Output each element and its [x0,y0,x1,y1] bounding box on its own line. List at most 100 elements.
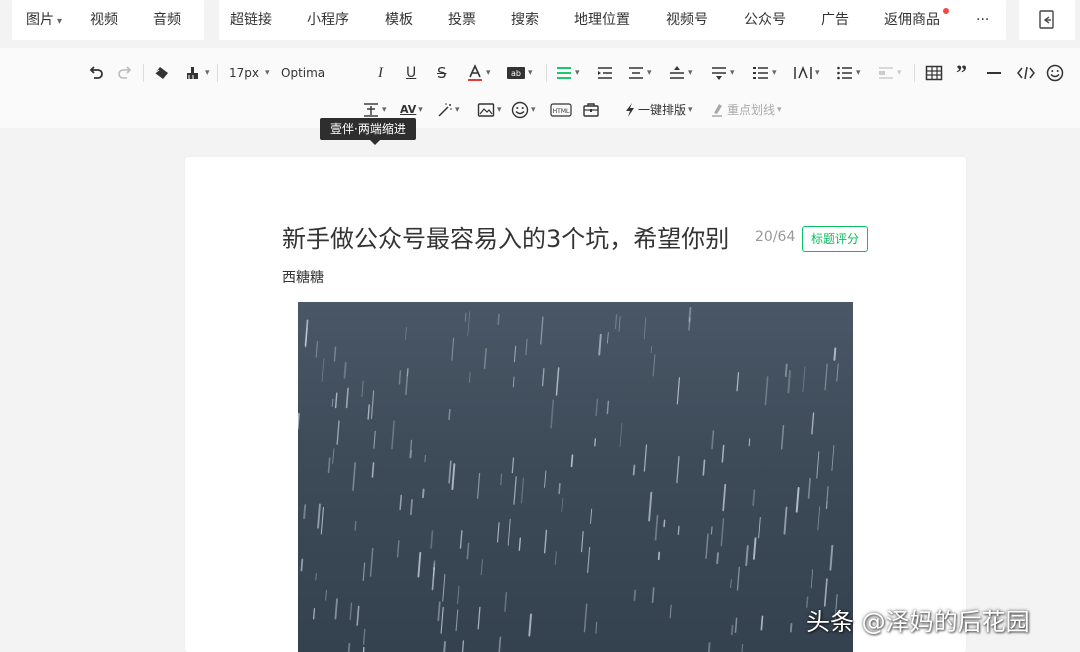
letter-spacing-button[interactable]: ▾ [793,62,820,84]
font-size-value: 17px [229,66,259,80]
format-toolbar: ▾ 17px ▾ Optima I U S ▾ ab ▾ ▾ ▾ ▾ ▾ ▾ ▾ ▾… [0,48,1080,145]
caret-icon: ▾ [531,105,536,115]
clear-format-button[interactable] [153,62,171,84]
insert-hyperlink-button[interactable]: 超链接 [230,0,272,40]
indent-both-icon [364,103,378,117]
indent-button[interactable] [596,62,614,84]
svg-text:ab: ab [511,69,521,78]
font-family-select[interactable]: Optima [281,62,325,84]
insert-video-button[interactable]: 视频 [90,0,118,40]
letter-spacing-icon [794,65,812,79]
svg-text:HTML: HTML [553,108,570,115]
insert-template-button[interactable]: 模板 [385,0,413,40]
underline-icon: U [406,65,417,81]
toolbox-tool[interactable] [582,99,600,121]
insert-official-account-button[interactable]: 公众号 [744,0,786,40]
float-button: ▾ [877,62,902,84]
strikethrough-icon: S [437,64,447,82]
caret-icon: ▾ [575,68,580,78]
table-icon [925,65,943,81]
format-painter-icon [187,67,198,79]
two-end-indent-button[interactable]: ▾ [627,62,652,84]
image-tool[interactable]: ▾ [477,99,502,121]
magic-wand-tool[interactable]: ▾ [437,99,460,121]
article-title-input[interactable]: 新手做公众号最容易入的3个坑，希望你别 [282,219,729,254]
cover-image[interactable] [298,302,853,652]
paragraph-spacing-after-button[interactable]: ▾ [710,62,735,84]
side-panel-toggle-button[interactable] [1019,0,1075,40]
italic-icon: I [378,65,383,81]
emoji-tool[interactable]: ▾ [511,99,536,121]
divider [914,64,915,82]
caret-icon: ▾ [497,105,502,115]
caret-icon: ▾ [856,68,861,78]
code-icon [1017,66,1035,80]
indent-icon [598,67,612,79]
caret-icon: ▾ [772,68,777,78]
divider [217,64,218,82]
quote-icon: ” [956,60,967,85]
smiley-icon [511,101,529,119]
insert-miniprogram-button[interactable]: 小程序 [307,0,349,40]
key-underline-button[interactable]: 重点划线 ▾ [710,99,782,121]
strikethrough-button[interactable]: S [437,62,447,84]
underline-button[interactable]: U [406,62,416,84]
title-score-button[interactable]: 标题评分 [802,226,869,252]
undo-button[interactable] [88,62,104,84]
background-color-button[interactable]: ab ▾ [506,62,533,84]
float-icon [879,67,893,79]
insert-search-button[interactable]: 搜索 [511,0,539,40]
caret-icon: ▾ [57,16,63,27]
toolbox-icon [583,103,599,117]
watermark: 头条 @泽妈的后花园 [806,608,1030,636]
html-tool[interactable]: HTML [550,99,572,121]
code-button[interactable] [1016,62,1036,84]
quote-button[interactable]: ” [956,62,967,84]
undo-icon [89,66,103,79]
insert-audio-button[interactable]: 音频 [153,0,181,40]
divider [546,64,547,82]
caret-icon: ▾ [528,68,533,78]
insert-location-button[interactable]: 地理位置 [574,0,630,40]
font-color-button[interactable]: ▾ [466,62,491,84]
format-painter-button[interactable]: ▾ [185,62,210,84]
panel-toggle-icon [1039,10,1054,29]
font-family-value: Optima [281,66,326,80]
paragraph-spacing-before-button[interactable]: ▾ [668,62,693,84]
caret-icon: ▾ [815,68,820,78]
more-button[interactable]: ··· [976,0,989,40]
line-height-button[interactable]: ▾ [752,62,777,84]
lightning-icon [626,103,634,117]
author-input[interactable]: 西糖糖 [282,267,324,287]
marker-icon [712,104,722,117]
insert-vote-button[interactable]: 投票 [448,0,476,40]
spacing-after-icon [712,67,726,80]
redo-icon [118,66,132,79]
align-justify-icon [557,67,571,79]
caret-icon: ▾ [265,68,270,78]
insert-ad-button[interactable]: 广告 [821,0,849,40]
tooltip: 壹伴·两端缩进 [320,118,416,145]
insert-rebate-goods-button[interactable]: 返佣商品 [884,0,940,40]
divider-line-button[interactable] [986,62,1002,84]
redo-button[interactable] [117,62,133,84]
divider [143,64,144,82]
insert-image-button[interactable]: 图片 ▾ [26,0,62,40]
notification-dot [943,8,949,14]
highlight-icon: ab [507,67,525,79]
horizontal-rule-icon [987,72,1001,74]
editor-paper: 新手做公众号最容易入的3个坑，希望你别 20/64 标题评分 西糖糖 [185,157,966,652]
list-button[interactable]: ▾ [836,62,861,84]
emoji-button[interactable] [1046,62,1064,84]
one-click-layout-label: 一键排版 [638,103,687,117]
insert-table-button[interactable] [925,62,943,84]
eraser-icon [154,67,168,79]
align-justify-button[interactable]: ▾ [555,62,580,84]
insert-channels-button[interactable]: 视频号 [666,0,708,40]
caret-icon: ▾ [897,68,902,78]
image-icon [477,103,495,117]
font-size-select[interactable]: 17px ▾ [229,62,270,84]
italic-button[interactable]: I [378,62,383,84]
one-click-layout-button[interactable]: 一键排版 ▾ [624,99,693,121]
insert-toolbar: 图片 ▾ 视频 音频 超链接 小程序 模板 投票 搜索 地理位置 视频号 公众号 … [0,0,1080,48]
